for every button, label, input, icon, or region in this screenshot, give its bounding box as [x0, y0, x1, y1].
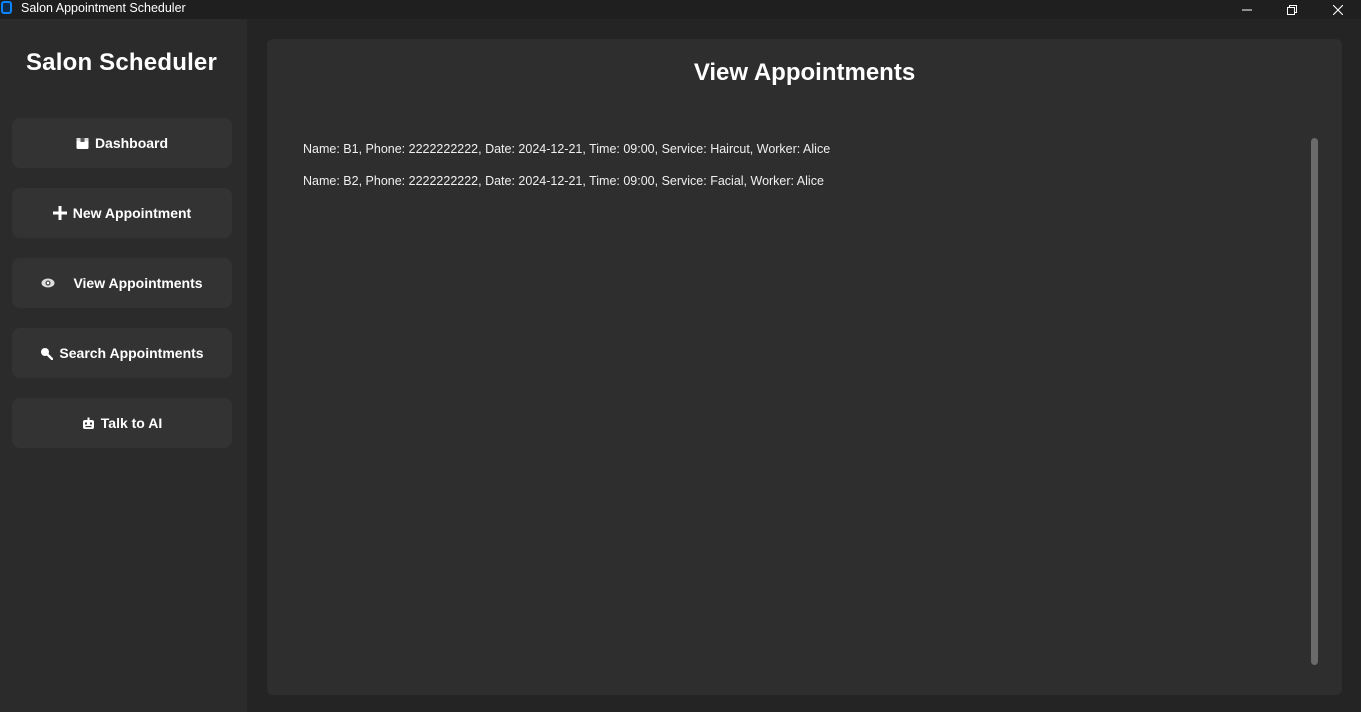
minimize-icon — [1242, 9, 1252, 10]
sidebar-title: Salon Scheduler — [25, 49, 218, 76]
robot-icon — [82, 417, 95, 430]
appointment-item: Name: B1, Phone: 2222222222, Date: 2024-… — [303, 142, 831, 156]
page-title: View Appointments — [693, 59, 916, 86]
appointment-item: Name: B2, Phone: 2222222222, Date: 2024-… — [303, 174, 824, 188]
title-bar: Salon Appointment Scheduler — [0, 0, 1361, 19]
close-icon — [1333, 4, 1343, 15]
scrollbar[interactable] — [1311, 138, 1318, 665]
restore-button[interactable] — [1269, 0, 1315, 19]
magnifier-icon — [40, 347, 54, 360]
talk-to-ai-label: Talk to AI — [100, 415, 163, 431]
sidebar: Salon Scheduler Dashboard New Appointmen… — [0, 19, 247, 712]
appointments-list: Name: B1, Phone: 2222222222, Date: 2024-… — [303, 141, 1303, 205]
view-appointments-label: View Appointments — [73, 275, 203, 291]
window-title: Salon Appointment Scheduler — [21, 1, 186, 15]
app-icon — [1, 1, 12, 14]
talk-to-ai-button[interactable]: Talk to AI — [12, 398, 232, 448]
box-icon — [76, 137, 89, 150]
main-panel: View Appointments Name: B1, Phone: 22222… — [267, 39, 1342, 695]
close-button[interactable] — [1315, 0, 1361, 19]
eye-icon — [41, 278, 55, 288]
search-appointments-label: Search Appointments — [59, 345, 204, 361]
minimize-button[interactable] — [1224, 0, 1270, 19]
dashboard-button[interactable]: Dashboard — [12, 118, 232, 168]
new-appointment-label: New Appointment — [72, 205, 192, 221]
plus-icon — [52, 206, 67, 220]
restore-icon — [1287, 4, 1297, 15]
dashboard-label: Dashboard — [94, 135, 169, 151]
view-appointments-button[interactable]: View Appointments — [12, 258, 232, 308]
search-appointments-button[interactable]: Search Appointments — [12, 328, 232, 378]
new-appointment-button[interactable]: New Appointment — [12, 188, 232, 238]
